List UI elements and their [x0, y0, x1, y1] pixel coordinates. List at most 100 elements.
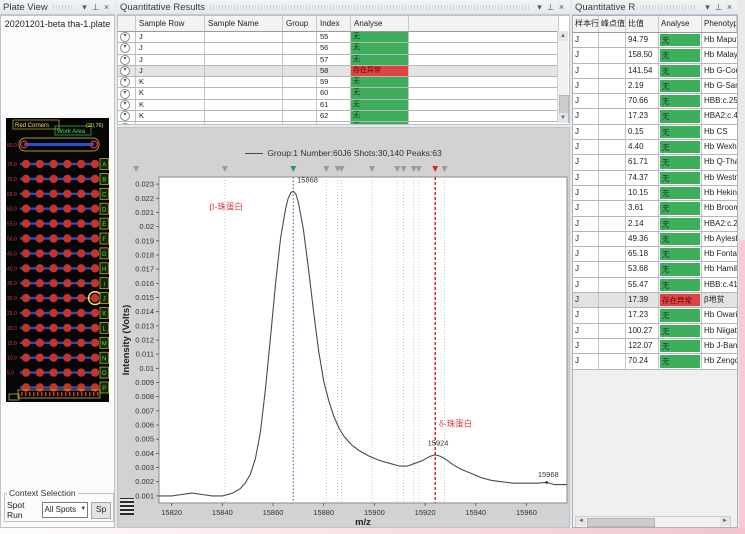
spot-run-dropdown[interactable]: All Spots ▼ [42, 502, 89, 518]
plate-spot[interactable] [63, 309, 71, 317]
plate-spot[interactable] [91, 190, 99, 198]
table-row[interactable]: J17.39存在异常β地贫 [573, 293, 737, 308]
plate-spot[interactable] [77, 175, 85, 183]
plate-spot[interactable] [63, 264, 71, 272]
plate-spot[interactable] [36, 249, 44, 257]
plate-spot[interactable] [22, 294, 30, 302]
row-expander[interactable]: ▾ [118, 66, 136, 76]
plate-spot[interactable] [49, 294, 57, 302]
pin-icon[interactable]: ⊥ [545, 2, 556, 13]
plate-spot[interactable] [63, 294, 71, 302]
row-expander[interactable]: ▾ [118, 88, 136, 98]
column-header[interactable]: Sample Name [205, 16, 283, 31]
spectrum-button[interactable]: Sp [91, 502, 111, 519]
column-header[interactable]: Group [283, 16, 317, 31]
plate-spot[interactable] [49, 309, 57, 317]
plate-spot[interactable] [77, 294, 85, 302]
plate-spot[interactable] [49, 383, 57, 391]
plate-spot[interactable] [91, 205, 99, 213]
scroll-down-arrow[interactable]: ▼ [558, 113, 568, 123]
column-header[interactable]: Index [317, 16, 351, 31]
table-row[interactable]: J55.47无HBB:c.41C>T|Hb [573, 278, 737, 293]
plate-spot[interactable] [91, 160, 99, 168]
plate-spot[interactable] [36, 383, 44, 391]
plate-spot[interactable] [77, 249, 85, 257]
plate-spot[interactable] [77, 309, 85, 317]
plate-spot[interactable] [36, 354, 44, 362]
plate-spot[interactable] [22, 190, 30, 198]
plate-spot[interactable] [91, 354, 99, 362]
column-header[interactable]: Phenotype Nam [702, 16, 737, 32]
plate-spot[interactable] [36, 205, 44, 213]
plate-spot[interactable] [49, 190, 57, 198]
row-expander[interactable]: ▾ [118, 111, 136, 121]
column-header[interactable]: 样本行 [573, 16, 599, 32]
table-row[interactable]: J100.27无Hb Niigata(>C) [573, 324, 737, 339]
table-row[interactable]: ▾J55无 [118, 32, 559, 43]
plate-spot[interactable] [91, 294, 99, 302]
plate-spot[interactable] [36, 264, 44, 272]
plate-spot[interactable] [63, 368, 71, 376]
plate-spot[interactable] [22, 160, 30, 168]
plate-spot[interactable] [36, 175, 44, 183]
close-icon[interactable]: × [556, 2, 567, 13]
chevron-down-icon[interactable]: ▾ [534, 2, 545, 13]
column-header[interactable]: Analyse [351, 16, 409, 31]
plate-spot[interactable] [22, 264, 30, 272]
table-row[interactable]: J2.14无HBA2:c.295T>G [573, 217, 737, 232]
row-expander[interactable]: ▾ [118, 32, 136, 42]
scrollbar-thumb[interactable] [587, 518, 655, 527]
table-row[interactable]: ▾J58存在异常 [118, 66, 559, 77]
table-row[interactable]: J3.61无Hb Broomhill [573, 201, 737, 216]
scroll-up-arrow[interactable]: ▲ [558, 31, 568, 41]
plate-spot[interactable] [36, 339, 44, 347]
plate-spot[interactable] [91, 324, 99, 332]
scroll-right-arrow[interactable]: ► [720, 517, 730, 526]
plate-spot[interactable] [77, 205, 85, 213]
table-row[interactable]: J17.23无HBA2:c.41C>T|H [573, 109, 737, 124]
plate-spot[interactable] [63, 324, 71, 332]
plate-spot[interactable] [49, 368, 57, 376]
plate-spot[interactable] [91, 279, 99, 287]
plate-spot[interactable] [22, 368, 30, 376]
plate-spot[interactable] [49, 354, 57, 362]
plate-spot[interactable] [77, 354, 85, 362]
plate-spot[interactable] [49, 279, 57, 287]
table-row[interactable]: ▾K61无 [118, 100, 559, 111]
plate-spot[interactable] [77, 368, 85, 376]
plate-spot[interactable] [63, 354, 71, 362]
plate-spot[interactable] [91, 175, 99, 183]
plate-spot[interactable] [36, 368, 44, 376]
table-row[interactable]: J122.07无Hb J-Bangkok [573, 339, 737, 354]
plate-spot[interactable] [63, 234, 71, 242]
plate-spot[interactable] [22, 234, 30, 242]
row-expander[interactable]: ▾ [118, 43, 136, 53]
scroll-left-arrow[interactable]: ◄ [576, 517, 586, 526]
plate-spot[interactable] [22, 205, 30, 213]
plate-spot[interactable] [36, 234, 44, 242]
plate-spot[interactable] [49, 234, 57, 242]
plate-spot[interactable] [22, 249, 30, 257]
vertical-scrollbar[interactable]: ▲ ▼ [557, 31, 568, 123]
plate-spot[interactable] [91, 234, 99, 242]
column-header[interactable]: Sample Row [136, 16, 205, 31]
plate-spot[interactable] [49, 160, 57, 168]
spectrum-plot[interactable]: 158681592415968β-珠蛋白δ-珠蛋白158201584015860… [118, 128, 571, 529]
plate-spot[interactable] [63, 190, 71, 198]
plate-spot[interactable] [91, 264, 99, 272]
row-expander[interactable]: ▾ [118, 55, 136, 65]
row-expander[interactable]: ▾ [118, 77, 136, 87]
table-row[interactable]: J65.18无Hb Fontaineblea [573, 247, 737, 262]
plate-spot[interactable] [63, 205, 71, 213]
plate-spot[interactable] [77, 339, 85, 347]
table-row[interactable]: J94.79无Hb Maputo [573, 33, 737, 48]
plate-spot[interactable] [22, 339, 30, 347]
chevron-down-icon[interactable]: ▾ [79, 2, 90, 13]
table-row[interactable]: ▾K63无 [118, 122, 559, 125]
table-row[interactable]: J0.15无Hb CS [573, 125, 737, 140]
table-row[interactable]: ▾K62无 [118, 111, 559, 122]
plate-spot[interactable] [36, 190, 44, 198]
chevron-down-icon[interactable]: ▾ [702, 2, 713, 13]
table-row[interactable]: J158.50无Hb Malay [573, 48, 737, 63]
table-row[interactable]: J61.71无Hb Q-Thailand [573, 155, 737, 170]
